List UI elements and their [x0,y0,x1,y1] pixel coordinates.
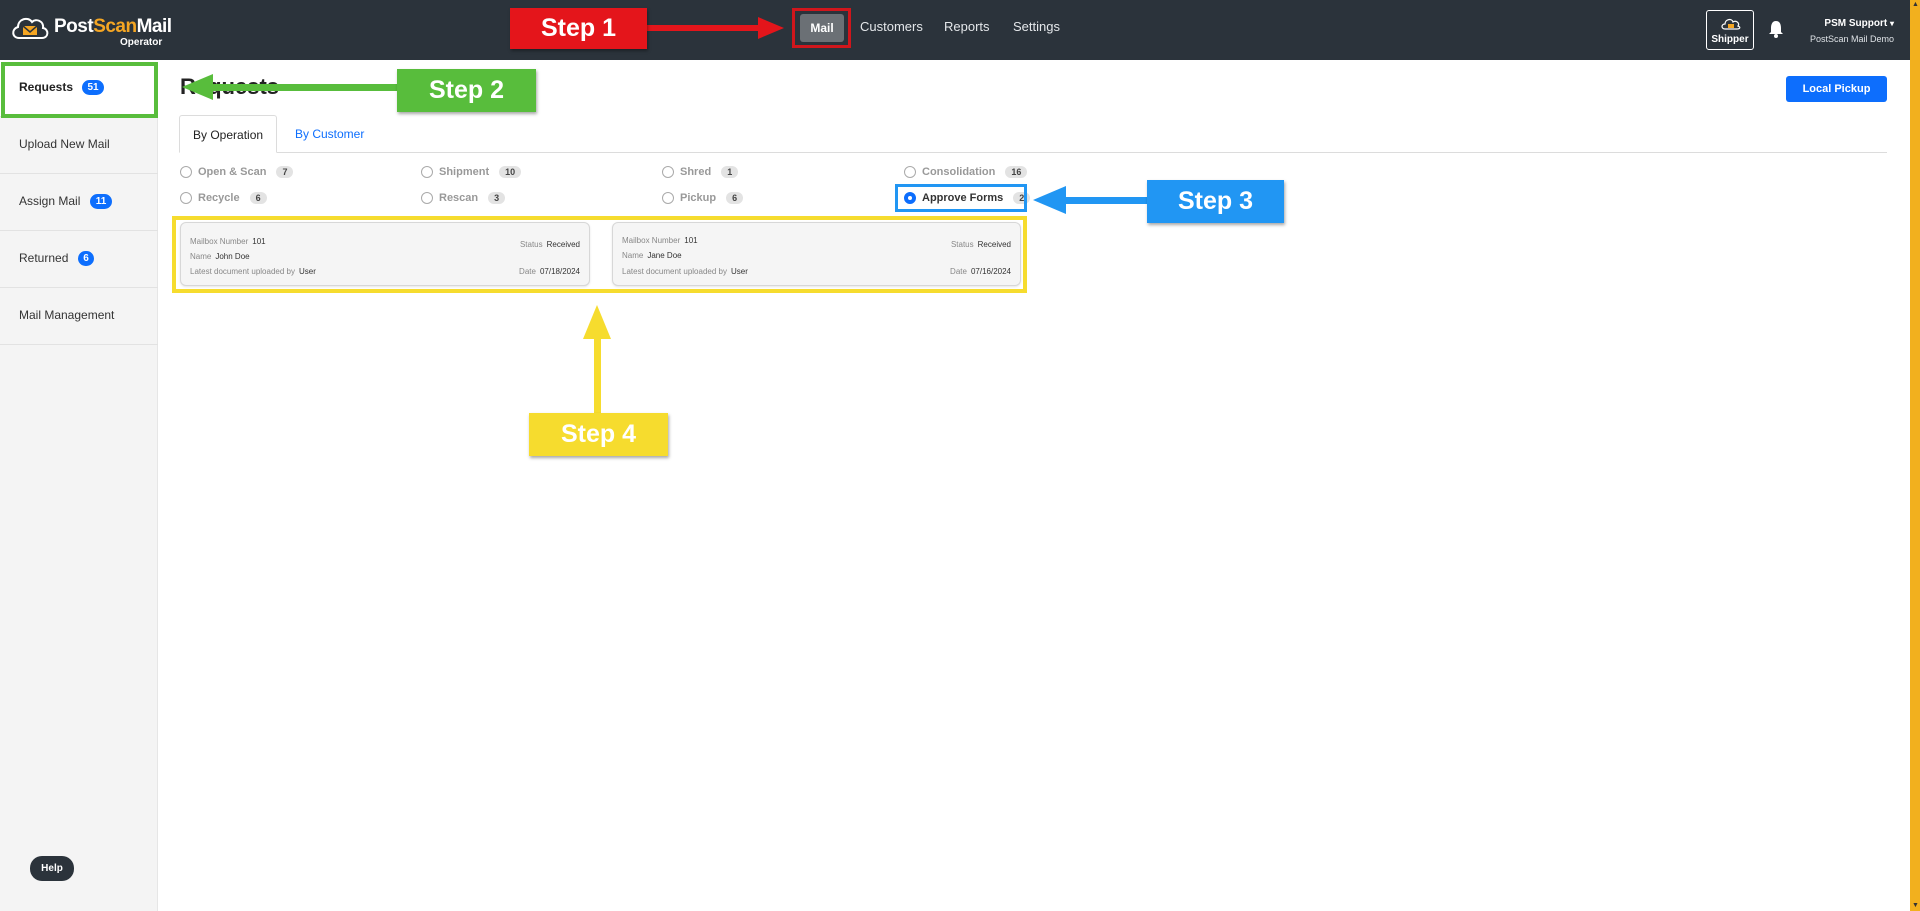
step3-callout: Step 3 [1147,180,1284,223]
step4-callout: Step 4 [529,413,668,456]
annotation-arrows [182,17,1148,414]
step4-arrow-icon [583,305,611,414]
step2-arrow-icon [182,74,398,100]
step1-callout: Step 1 [510,8,647,49]
step1-arrow-icon [646,17,784,39]
step3-arrow-icon [1033,186,1148,214]
step2-callout: Step 2 [397,69,536,112]
